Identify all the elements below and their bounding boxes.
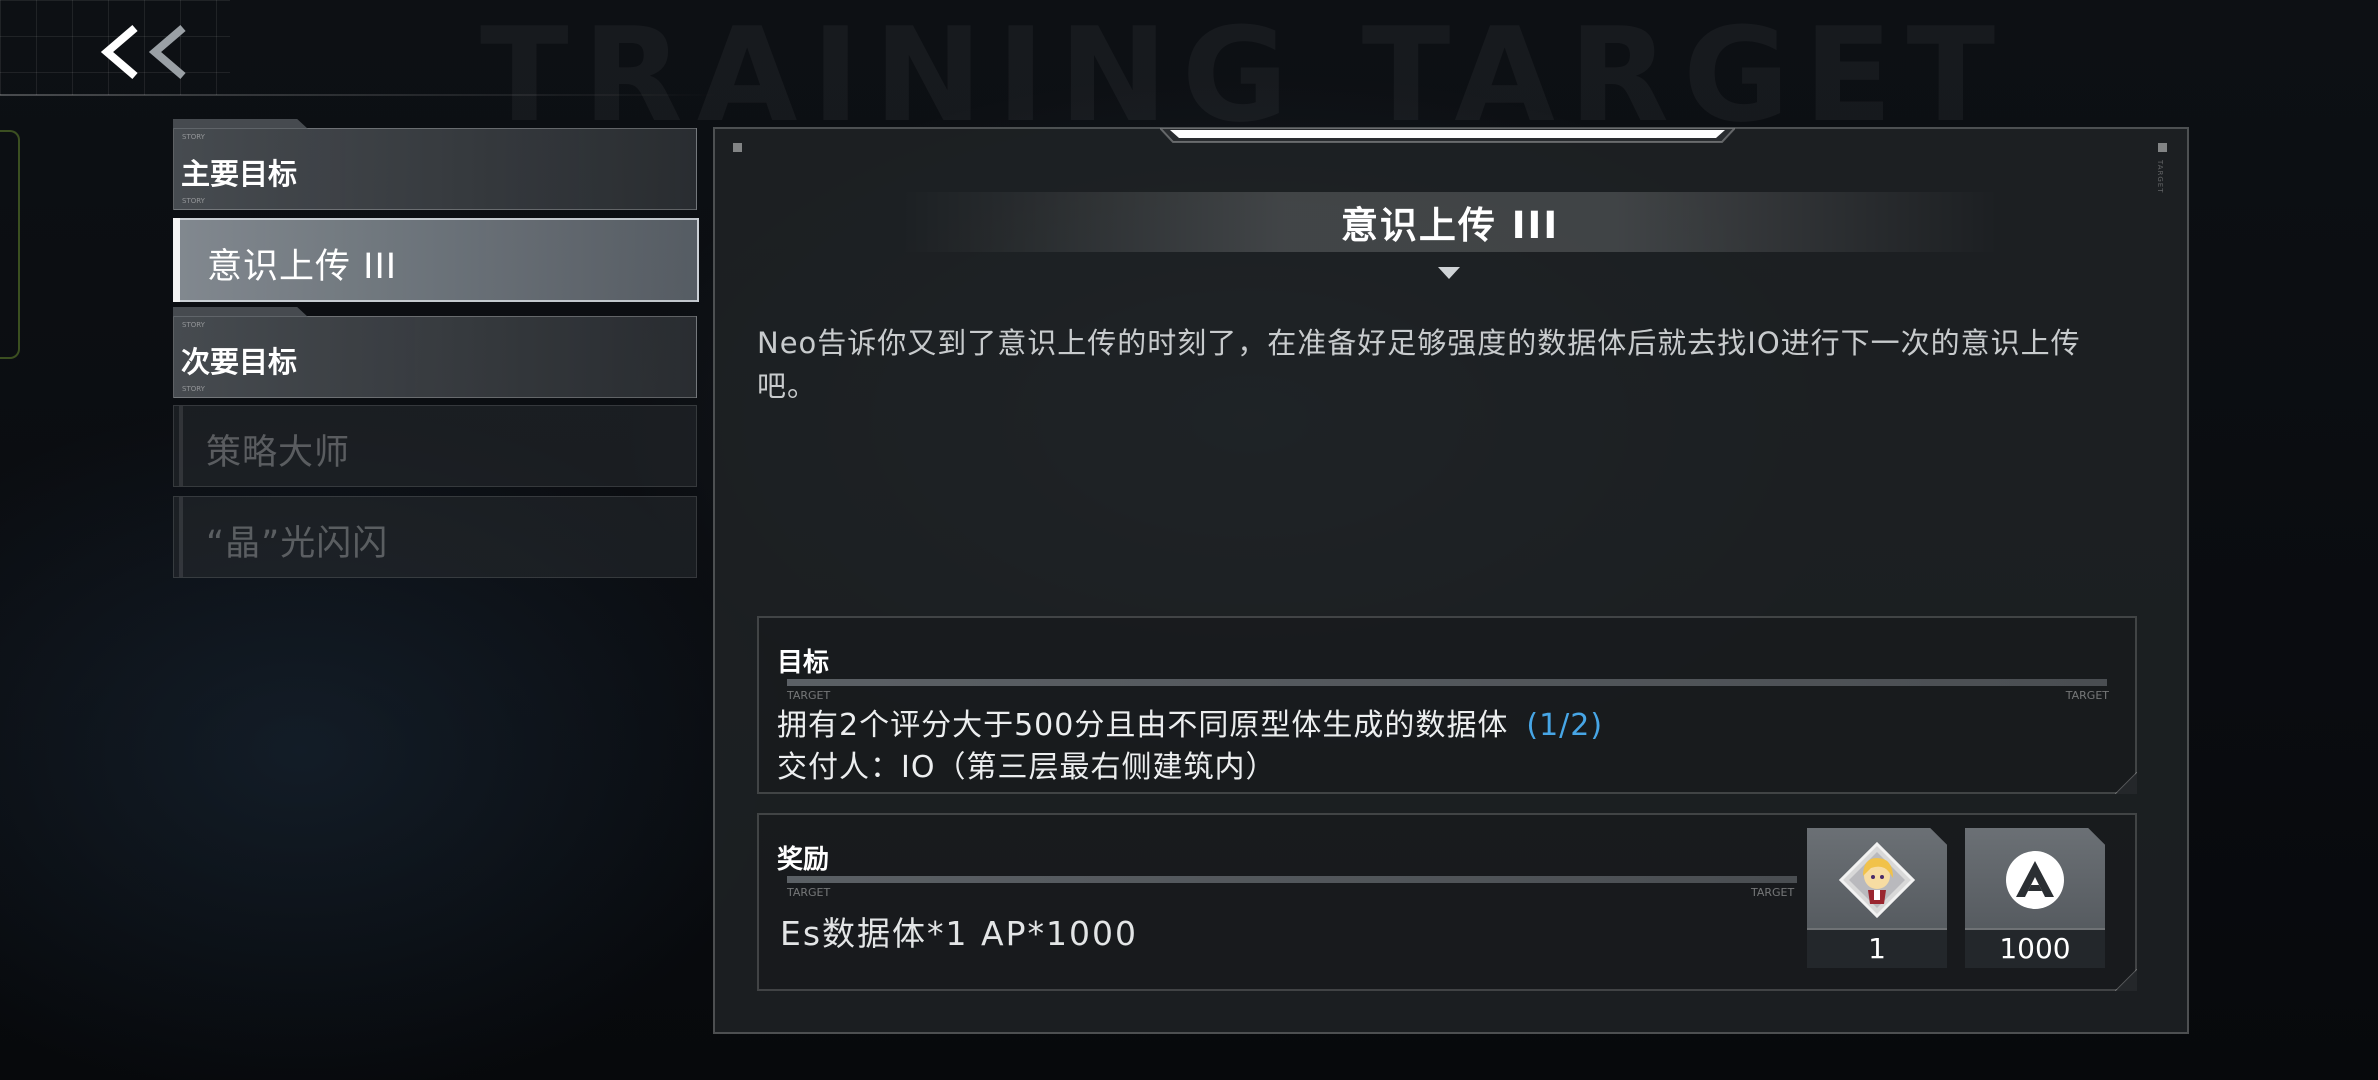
caret-down-icon <box>1438 267 1460 279</box>
category-label: 次要目标 <box>181 345 298 379</box>
goal-divider-bar <box>787 679 2107 686</box>
category-label: 主要目标 <box>181 157 298 191</box>
corner-cut <box>2115 969 2137 991</box>
category-tiny-text: STORY <box>182 133 205 141</box>
goal-requirement: 拥有2个评分大于500分且由不同原型体生成的数据体 <box>777 708 1509 743</box>
reward-item-card[interactable]: 1 <box>1807 828 1947 968</box>
mission-title: 意识上传 III <box>1340 204 1560 247</box>
panel-side-tiny-text: TARGET <box>2156 160 2164 194</box>
category-tiny-text: STORY <box>182 385 205 393</box>
reward-bar-label-left: TARGET <box>787 886 831 899</box>
goal-heading: 目标 <box>777 648 830 678</box>
category-tiny-text: STORY <box>182 197 205 205</box>
sidebar-item-label: 意识上传 III <box>207 247 398 287</box>
corner-cut <box>2115 772 2137 794</box>
sidebar-item-label: 策略大师 <box>206 433 351 473</box>
goal-requirement-line: 拥有2个评分大于500分且由不同原型体生成的数据体 (1/2) <box>777 700 1603 744</box>
ap-currency-icon <box>1965 840 2105 920</box>
goal-progress: (1/2) <box>1526 708 1604 743</box>
goal-deliver-to: 交付人：IO（第三层最右侧建筑内） <box>777 750 1277 785</box>
corner-marker <box>2158 143 2167 152</box>
side-drawer-handle[interactable] <box>0 130 20 359</box>
double-chevron-left-icon <box>100 24 186 80</box>
reward-item-card[interactable]: 1000 <box>1965 828 2105 968</box>
back-button[interactable] <box>95 20 205 85</box>
corner-marker <box>733 143 742 152</box>
character-chibi-icon <box>1807 840 1947 920</box>
goal-box: 目标 TARGET TARGET 拥有2个评分大于500分且由不同原型体生成的数… <box>757 616 2137 794</box>
category-tiny-text: STORY <box>182 321 205 329</box>
reward-divider-bar <box>787 876 1797 883</box>
panel-top-tab <box>1160 128 1735 143</box>
mission-description: Neo告诉你又到了意识上传的时刻了，在准备好足够强度的数据体后就去找IO进行下一… <box>757 326 2081 403</box>
reward-heading: 奖励 <box>777 845 830 875</box>
category-main-goals: STORY 主要目标 STORY <box>173 128 697 210</box>
reward-text: Es数据体*1 AP*1000 <box>780 914 1138 953</box>
reward-item-count: 1 <box>1807 928 1947 968</box>
sidebar-item-consciousness-upload[interactable]: 意识上传 III <box>173 218 699 302</box>
goal-bar-label-right: TARGET <box>2065 689 2109 702</box>
sidebar-item-strategy-master[interactable]: 策略大师 <box>173 405 697 487</box>
sidebar-item-label: “晶”光闪闪 <box>206 524 389 564</box>
reward-bar-label-right: TARGET <box>1751 886 1795 899</box>
reward-item-count: 1000 <box>1965 928 2105 968</box>
category-side-goals: STORY 次要目标 STORY <box>173 316 697 398</box>
sidebar-item-crystal-sparkle[interactable]: “晶”光闪闪 <box>173 496 697 578</box>
background-title: TRAINING TARGET <box>480 10 1995 140</box>
